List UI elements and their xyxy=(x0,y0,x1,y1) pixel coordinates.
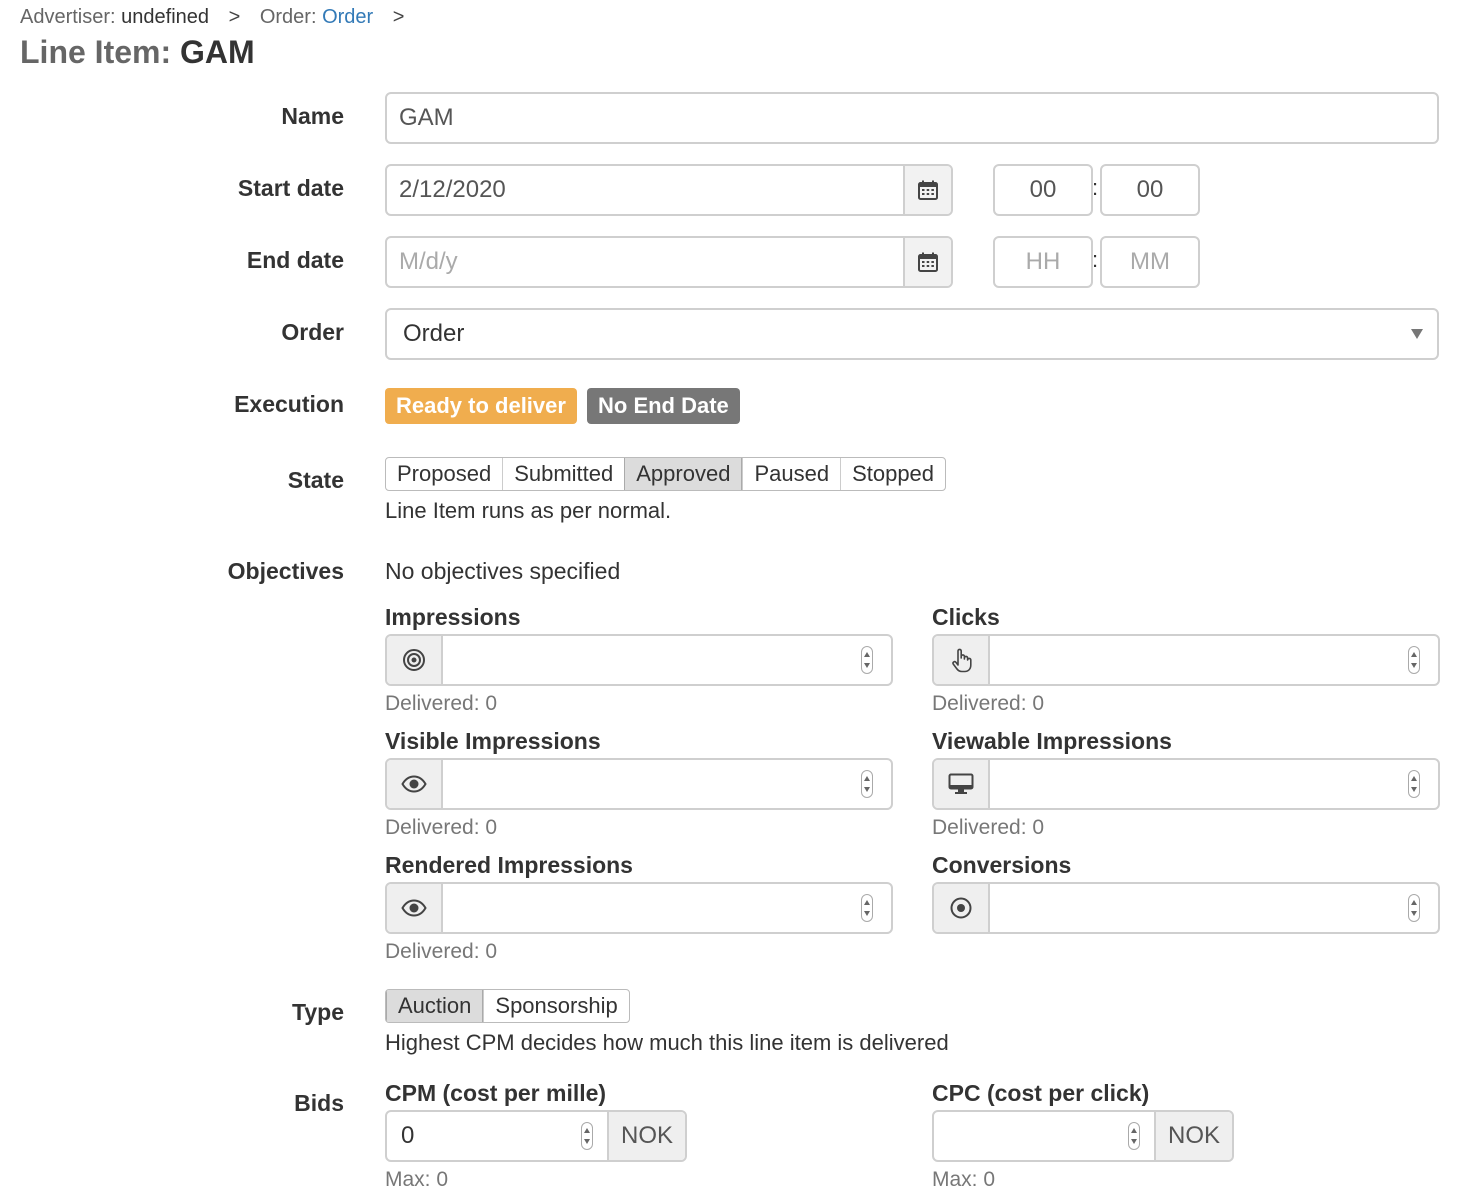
calendar-icon xyxy=(918,252,938,272)
page-title-name: GAM xyxy=(180,34,255,70)
start-date-calendar-button[interactable] xyxy=(903,166,951,214)
chevron-down-icon xyxy=(1411,329,1423,339)
state-button-group: Proposed Submitted Approved Paused Stopp… xyxy=(385,457,947,491)
rendered-impressions-delivered: Delivered: 0 xyxy=(385,940,498,963)
clicks-addon xyxy=(934,636,990,684)
start-date-picker[interactable]: 2/12/2020 xyxy=(385,164,953,216)
cpc-input[interactable] xyxy=(934,1112,1154,1160)
cpm-input[interactable]: 0 xyxy=(387,1112,607,1160)
execution-label: Execution xyxy=(234,391,344,417)
rendered-impressions-title: Rendered Impressions xyxy=(385,852,633,878)
end-date-label: End date xyxy=(246,247,344,273)
impressions-addon xyxy=(387,636,443,684)
number-spinner[interactable] xyxy=(1408,770,1420,798)
cpc-currency: NOK xyxy=(1154,1112,1232,1160)
visible-impressions-title: Visible Impressions xyxy=(385,728,601,754)
name-input[interactable]: GAM xyxy=(385,92,1439,144)
state-help-text: Line Item runs as per normal. xyxy=(385,498,672,523)
name-label: Name xyxy=(281,103,344,129)
impressions-input[interactable] xyxy=(385,634,893,686)
type-button-group: Auction Sponsorship xyxy=(385,989,630,1023)
viewable-impressions-input[interactable] xyxy=(932,758,1440,810)
order-label: Order xyxy=(281,319,344,345)
visible-impressions-addon xyxy=(387,760,443,808)
number-spinner[interactable] xyxy=(861,646,873,674)
conversions-title: Conversions xyxy=(932,852,1072,878)
cpm-currency: NOK xyxy=(607,1112,685,1160)
cpm-max: Max: 0 xyxy=(385,1168,449,1191)
number-spinner[interactable] xyxy=(1408,894,1420,922)
dot-circle-icon xyxy=(950,897,972,919)
objectives-note: No objectives specified xyxy=(385,558,621,584)
rendered-impressions-input[interactable] xyxy=(385,882,893,934)
viewable-impressions-delivered: Delivered: 0 xyxy=(932,816,1045,839)
clicks-title: Clicks xyxy=(932,604,1000,630)
start-date-label: Start date xyxy=(237,175,344,201)
time-colon: : xyxy=(1092,175,1099,200)
conversions-input[interactable] xyxy=(932,882,1440,934)
end-minute-input[interactable]: MM xyxy=(1100,236,1200,288)
eye-icon xyxy=(401,899,427,917)
cpm-input-group[interactable]: 0 NOK xyxy=(385,1110,687,1162)
breadcrumb-order-link[interactable]: Order xyxy=(322,6,373,28)
state-option-submitted[interactable]: Submitted xyxy=(502,458,624,490)
start-minute-input[interactable]: 00 xyxy=(1100,164,1200,216)
clicks-input[interactable] xyxy=(932,634,1440,686)
cpc-max: Max: 0 xyxy=(932,1168,996,1191)
end-date-picker[interactable]: M/d/y xyxy=(385,236,953,288)
state-label: State xyxy=(287,467,344,493)
page-title-prefix: Line Item: xyxy=(20,34,172,70)
breadcrumb-order-label: Order: xyxy=(259,6,317,28)
order-select-value: Order xyxy=(403,320,465,347)
objectives-label: Objectives xyxy=(227,558,344,584)
start-hour-input[interactable]: 00 xyxy=(993,164,1093,216)
rendered-impressions-addon xyxy=(387,884,443,932)
type-help-text: Highest CPM decides how much this line i… xyxy=(385,1030,949,1055)
page-title: Line Item: GAM xyxy=(20,34,255,71)
impressions-delivered: Delivered: 0 xyxy=(385,692,498,715)
number-spinner[interactable] xyxy=(1128,1122,1140,1150)
viewable-impressions-addon xyxy=(934,760,990,808)
breadcrumb-separator: > xyxy=(392,6,405,28)
number-spinner[interactable] xyxy=(861,770,873,798)
cpc-input-group[interactable]: NOK xyxy=(932,1110,1234,1162)
order-select[interactable]: Order xyxy=(385,308,1439,360)
end-hour-input[interactable]: HH xyxy=(993,236,1093,288)
desktop-icon xyxy=(948,773,974,794)
state-option-stopped[interactable]: Stopped xyxy=(840,458,945,490)
cpc-title: CPC (cost per click) xyxy=(932,1080,1150,1106)
viewable-impressions-title: Viewable Impressions xyxy=(932,728,1172,754)
number-spinner[interactable] xyxy=(1408,646,1420,674)
status-badge-ready: Ready to deliver xyxy=(385,388,577,424)
state-option-approved[interactable]: Approved xyxy=(624,458,743,490)
clicks-delivered: Delivered: 0 xyxy=(932,692,1045,715)
visible-impressions-input[interactable] xyxy=(385,758,893,810)
number-spinner[interactable] xyxy=(861,894,873,922)
start-date-input[interactable]: 2/12/2020 xyxy=(387,166,903,214)
calendar-icon xyxy=(918,180,938,200)
type-option-auction[interactable]: Auction xyxy=(386,990,484,1022)
type-label: Type xyxy=(292,999,344,1025)
end-date-input[interactable]: M/d/y xyxy=(387,238,903,286)
type-option-sponsorship[interactable]: Sponsorship xyxy=(483,990,628,1022)
breadcrumb: Advertiser: undefined > Order: Order > xyxy=(20,6,418,29)
state-option-proposed[interactable]: Proposed xyxy=(386,458,502,490)
eye-icon xyxy=(401,775,427,793)
state-option-paused[interactable]: Paused xyxy=(742,458,840,490)
cpm-title: CPM (cost per mille) xyxy=(385,1080,607,1106)
number-spinner[interactable] xyxy=(581,1122,593,1150)
breadcrumb-separator: > xyxy=(228,6,241,28)
target-icon xyxy=(403,649,425,671)
breadcrumb-advertiser-label: Advertiser: xyxy=(20,6,116,28)
impressions-title: Impressions xyxy=(385,604,521,630)
hand-pointer-icon xyxy=(952,648,972,673)
time-colon: : xyxy=(1092,247,1099,272)
status-badge-no-end-date: No End Date xyxy=(587,388,740,424)
end-date-calendar-button[interactable] xyxy=(903,238,951,286)
visible-impressions-delivered: Delivered: 0 xyxy=(385,816,498,839)
breadcrumb-advertiser-value[interactable]: undefined xyxy=(121,6,209,28)
conversions-addon xyxy=(934,884,990,932)
bids-label: Bids xyxy=(294,1090,344,1116)
cpm-value: 0 xyxy=(401,1122,415,1149)
